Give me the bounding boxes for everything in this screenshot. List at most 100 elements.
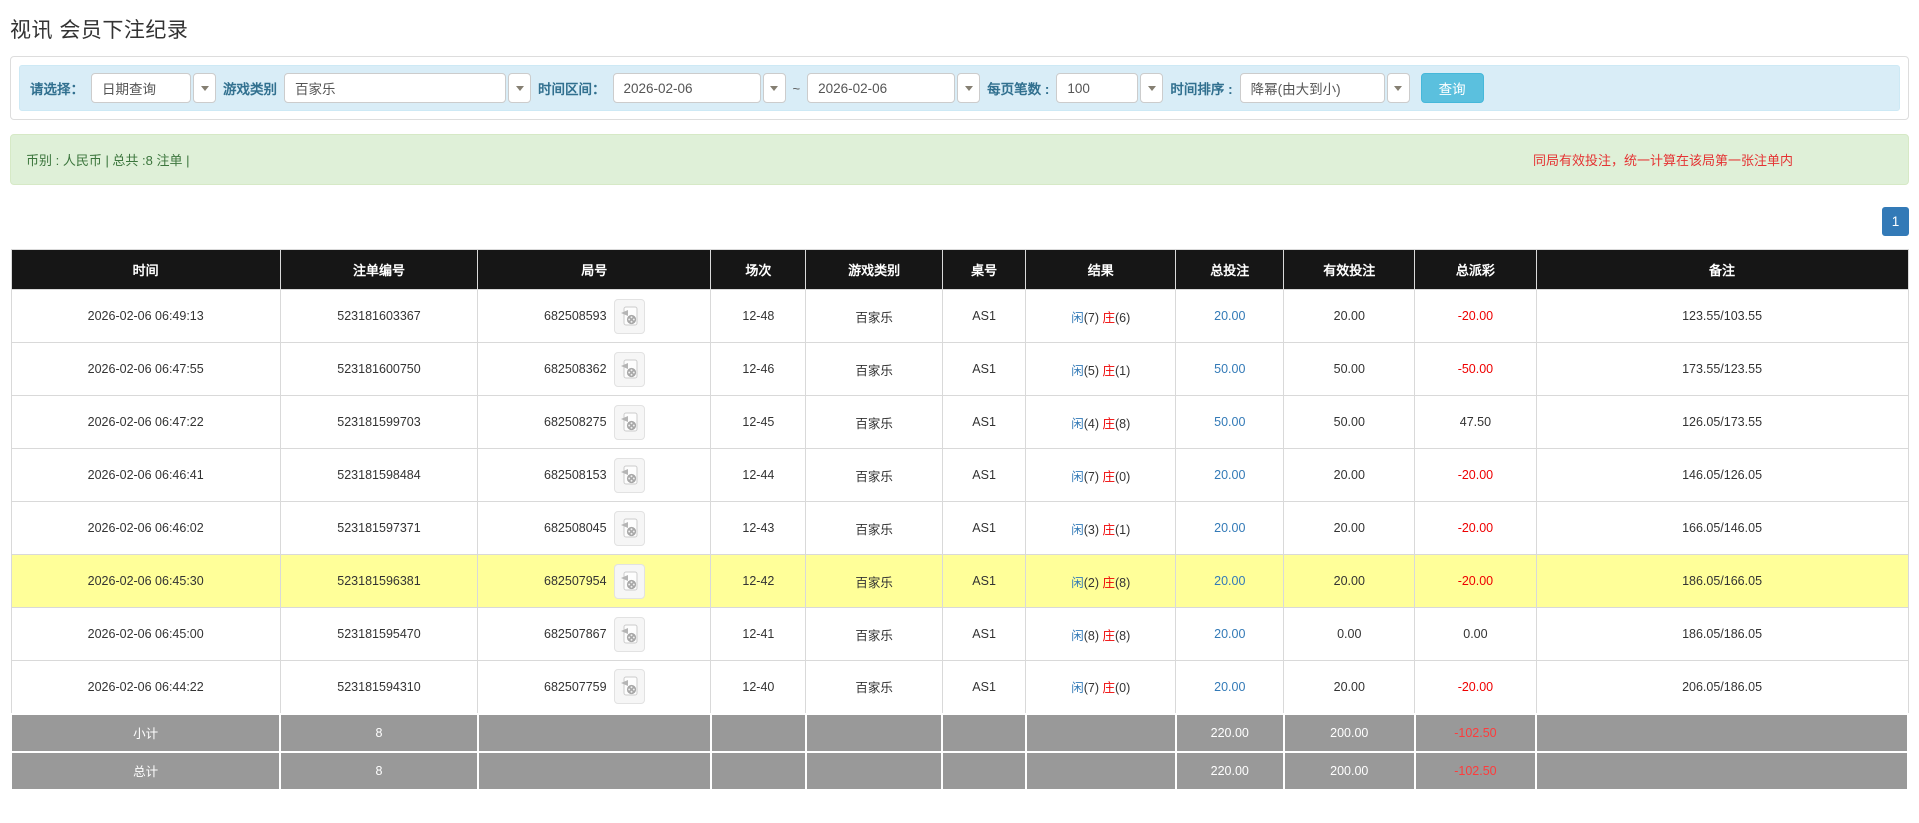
table-row: 2026-02-06 06:45:30 523181596381 682507954… [10, 554, 1909, 608]
total-bet-link[interactable]: 20.00 [1214, 521, 1245, 535]
caret-shape [1394, 85, 1403, 91]
cell-note: 173.55/123.55 [1535, 342, 1909, 396]
chevron-down-icon[interactable] [1140, 73, 1164, 103]
video-playback-button[interactable] [613, 669, 645, 705]
total-bet-link[interactable]: 20.00 [1214, 574, 1245, 588]
banker-result-label: 庄 [1102, 575, 1116, 590]
cell-total-bet: 20.00 [1175, 660, 1285, 714]
table-header-row: 时间 注单编号 局号 场次 游戏类别 桌号 结果 总投注 有效投注 总派彩 备注 [10, 249, 1909, 290]
cell-table-no: AS1 [941, 395, 1027, 449]
sort-order-value[interactable]: 降幂(由大到小) [1239, 73, 1385, 103]
cell-game-type: 百家乐 [805, 660, 943, 714]
select-type-combobox[interactable]: 日期查询 [91, 73, 216, 103]
player-result-value: (7) [1083, 469, 1103, 484]
video-playback-button[interactable] [613, 298, 645, 334]
search-button[interactable]: 查询 [1420, 73, 1484, 103]
total-bet-link[interactable]: 50.00 [1214, 415, 1245, 429]
grand-total-row-empty [709, 750, 807, 791]
date-to-value[interactable]: 2026-02-06 [807, 73, 956, 103]
page-size-combobox[interactable]: 100 [1056, 73, 1164, 103]
cell-payout: -20.00 [1414, 554, 1537, 608]
game-type-combobox[interactable]: 百家乐 [284, 73, 531, 103]
page-title: 视讯 会员下注纪录 [10, 19, 189, 42]
table-row: 2026-02-06 06:46:41 523181598484 682508153… [10, 448, 1909, 502]
player-result-label: 闲 [1071, 628, 1084, 643]
film-icon [620, 518, 638, 537]
total-bet-link[interactable]: 50.00 [1214, 362, 1245, 376]
round-id-wrap: 682508593 [544, 298, 645, 334]
page-size-value[interactable]: 100 [1056, 73, 1139, 103]
pagination: 1 [10, 207, 1909, 236]
video-playback-button[interactable] [613, 351, 645, 387]
date-from-value[interactable]: 2026-02-06 [612, 73, 761, 103]
grand-total-row-label: 总计 [9, 750, 282, 791]
cell-session: 12-41 [710, 607, 807, 661]
cell-payout: 47.50 [1414, 395, 1537, 449]
total-bet-link[interactable]: 20.00 [1214, 680, 1245, 694]
cell-game-type: 百家乐 [805, 607, 943, 661]
column-header: 时间 [10, 249, 281, 290]
cell-result: 闲(7) 庄(6) [1025, 289, 1177, 343]
video-playback-button[interactable] [613, 404, 645, 440]
round-id-wrap: 682508153 [544, 457, 645, 493]
cell-note: 186.05/186.05 [1535, 607, 1909, 661]
subtotal-row-empty [941, 712, 1027, 753]
round-id-text: 682508593 [544, 309, 607, 323]
page-button-1[interactable]: 1 [1882, 207, 1909, 236]
grand-total-row-valid-bet: 200.00 [1282, 750, 1416, 791]
cell-note: 126.05/173.55 [1535, 395, 1909, 449]
cell-table-no: AS1 [941, 289, 1027, 343]
chevron-down-icon[interactable] [508, 73, 531, 103]
grand-total-row-total-bet: 220.00 [1174, 750, 1285, 791]
round-id-text: 682508045 [544, 521, 607, 535]
date-to-combobox[interactable]: 2026-02-06 [807, 73, 981, 103]
sort-order-combobox[interactable]: 降幂(由大到小) [1239, 73, 1410, 103]
game-type-value[interactable]: 百家乐 [284, 73, 506, 103]
subtotal-row-count: 8 [279, 712, 479, 753]
video-playback-button[interactable] [613, 616, 645, 652]
film-icon [620, 624, 638, 643]
round-id-wrap: 682507954 [544, 563, 645, 599]
subtotal-row-payout: -102.50 [1413, 712, 1538, 753]
date-from-combobox[interactable]: 2026-02-06 [612, 73, 786, 103]
page-size-label: 每页笔数 : [987, 82, 1050, 97]
chevron-down-icon[interactable] [1386, 73, 1410, 103]
video-playback-button[interactable] [613, 510, 645, 546]
cell-table-no: AS1 [941, 554, 1027, 608]
cell-time: 2026-02-06 06:45:00 [10, 607, 281, 661]
column-header: 桌号 [941, 249, 1027, 290]
cell-note: 123.55/103.55 [1535, 289, 1909, 343]
page-content: 视讯 会员下注纪录 请选择： 日期查询 游戏类别 百家乐 时间区间： 2026-… [0, 14, 1919, 791]
cell-total-bet: 20.00 [1175, 289, 1285, 343]
chevron-down-icon[interactable] [762, 73, 786, 103]
film-icon [620, 465, 638, 484]
video-playback-button[interactable] [613, 457, 645, 493]
round-id-text: 682507954 [544, 574, 607, 588]
banker-result-label: 庄 [1102, 363, 1116, 378]
select-type-value[interactable]: 日期查询 [91, 73, 191, 103]
banker-result-label: 庄 [1102, 310, 1116, 325]
chevron-down-icon[interactable] [193, 73, 216, 103]
banker-result-label: 庄 [1102, 416, 1116, 431]
player-result-value: (8) [1083, 628, 1103, 643]
player-result-value: (7) [1083, 681, 1103, 696]
cell-table-no: AS1 [941, 501, 1027, 555]
total-bet-link[interactable]: 20.00 [1214, 627, 1245, 641]
cell-valid-bet: 20.00 [1283, 289, 1416, 343]
total-bet-link[interactable]: 20.00 [1214, 468, 1245, 482]
cell-round-id: 682508153 [477, 448, 712, 502]
total-bet-link[interactable]: 20.00 [1214, 309, 1245, 323]
cell-result: 闲(8) 庄(8) [1025, 607, 1177, 661]
cell-valid-bet: 50.00 [1283, 342, 1416, 396]
banker-result-value: (8) [1115, 416, 1131, 431]
round-id-wrap: 682507867 [544, 616, 645, 652]
caret-shape [515, 85, 524, 91]
player-result-value: (7) [1083, 310, 1103, 325]
cell-game-type: 百家乐 [805, 342, 943, 396]
column-header: 局号 [477, 249, 712, 290]
chevron-down-icon[interactable] [957, 73, 981, 103]
cell-total-bet: 20.00 [1175, 607, 1285, 661]
round-id-text: 682508153 [544, 468, 607, 482]
cell-result: 闲(7) 庄(0) [1025, 660, 1177, 714]
video-playback-button[interactable] [613, 563, 645, 599]
